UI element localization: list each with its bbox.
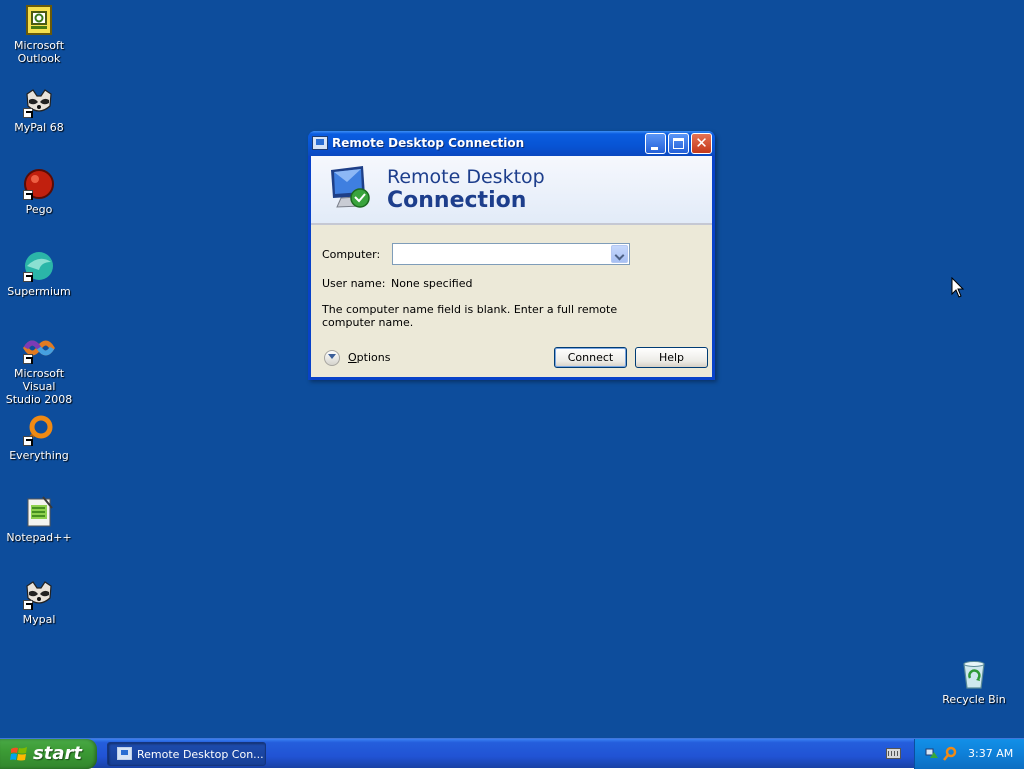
desktop-icon-recycle-bin[interactable]: Recycle Bin: [935, 658, 1013, 706]
raccoon-icon: [23, 578, 55, 610]
start-label: start: [33, 743, 82, 764]
clock[interactable]: 3:37 AM: [968, 747, 1013, 760]
connect-button[interactable]: Connect: [554, 347, 627, 368]
notepadpp-icon: [23, 496, 55, 528]
remote-desktop-app-icon: [117, 747, 132, 760]
desktop-icon-mypal[interactable]: Mypal: [0, 578, 78, 626]
banner-title-line2: Connection: [387, 188, 527, 213]
remote-desktop-connection-window[interactable]: Remote Desktop Connection ✕ Remote Deskt…: [308, 131, 715, 380]
remote-desktop-logo-icon: [327, 164, 377, 214]
mouse-cursor-icon: [951, 276, 965, 299]
visual-studio-icon: [23, 332, 55, 364]
banner-title-line1: Remote Desktop: [387, 166, 545, 188]
start-button[interactable]: start: [0, 739, 97, 769]
desktop-icon-mypal-68[interactable]: MyPal 68: [0, 86, 78, 134]
taskbar: start Remote Desktop Con... 3:37 AM: [0, 738, 1024, 769]
shortcut-arrow-icon: [23, 272, 33, 282]
desktop-icon-supermium[interactable]: Supermium: [0, 250, 78, 298]
username-value: None specified: [391, 277, 473, 290]
desktop-icon-everything[interactable]: Everything: [0, 414, 78, 462]
options-label[interactable]: Options: [348, 351, 390, 364]
minimize-icon: [651, 147, 658, 150]
everything-icon: [23, 414, 55, 446]
remote-desktop-app-icon: [312, 136, 328, 150]
desktop-icon-microsoft-outlook[interactable]: Microsoft Outlook: [0, 4, 78, 65]
dialog-banner: Remote Desktop Connection: [311, 156, 712, 225]
expand-options-icon[interactable]: [324, 350, 340, 366]
window-title: Remote Desktop Connection: [332, 136, 525, 150]
icon-label: Supermium: [7, 285, 71, 298]
shortcut-arrow-icon: [23, 436, 33, 446]
icon-label-line: Outlook: [17, 52, 61, 65]
options-toggle[interactable]: Options: [324, 349, 404, 367]
help-button[interactable]: Help: [635, 347, 708, 368]
shortcut-arrow-icon: [23, 354, 33, 364]
icon-label: Everything: [9, 449, 69, 462]
search-icon[interactable]: [942, 746, 958, 762]
icon-label: MyPal 68: [14, 121, 64, 134]
keyboard-layout-icon[interactable]: [886, 748, 901, 759]
icon-label: Pego: [25, 203, 53, 216]
desktop-icon-microsoft-visual-studio-2008[interactable]: Microsoft Visual Studio 2008: [0, 332, 78, 406]
icon-label: Mypal: [22, 613, 56, 626]
system-tray: 3:37 AM: [914, 739, 1024, 769]
windows-flag-icon: [10, 746, 28, 762]
recycle-bin-icon: [958, 658, 990, 690]
pego-icon: [23, 168, 55, 200]
icon-label-line: Microsoft Visual: [13, 367, 65, 393]
shortcut-arrow-icon: [23, 108, 33, 118]
taskbar-button-remote-desktop[interactable]: Remote Desktop Con...: [107, 742, 266, 766]
computer-label: Computer:: [322, 248, 381, 261]
network-icon[interactable]: [924, 746, 940, 762]
icon-label-line: Studio 2008: [5, 393, 73, 406]
username-label: User name:: [322, 277, 386, 290]
icon-label: Recycle Bin: [942, 693, 1006, 706]
close-button[interactable]: ✕: [691, 133, 712, 154]
computer-combobox[interactable]: [392, 243, 630, 265]
maximize-button[interactable]: [668, 133, 689, 154]
close-icon: ✕: [695, 134, 708, 152]
window-titlebar[interactable]: Remote Desktop Connection ✕: [308, 131, 715, 156]
maximize-icon: [673, 138, 684, 149]
desktop-icon-notepad-plus-plus[interactable]: Notepad++: [0, 496, 78, 544]
desktop: Microsoft Outlook MyPal 68 Pego Supermiu…: [0, 0, 1024, 738]
taskbar-button-label: Remote Desktop Con...: [137, 748, 264, 761]
outlook-icon: [23, 4, 55, 36]
info-message: The computer name field is blank. Enter …: [322, 303, 618, 329]
minimize-button[interactable]: [645, 133, 666, 154]
chevron-down-icon[interactable]: [611, 245, 628, 263]
icon-label: Notepad++: [6, 531, 72, 544]
shortcut-arrow-icon: [23, 600, 33, 610]
raccoon-icon: [23, 86, 55, 118]
supermium-icon: [23, 250, 55, 282]
desktop-icon-pego[interactable]: Pego: [0, 168, 78, 216]
shortcut-arrow-icon: [23, 190, 33, 200]
icon-label-line: Microsoft: [13, 39, 65, 52]
